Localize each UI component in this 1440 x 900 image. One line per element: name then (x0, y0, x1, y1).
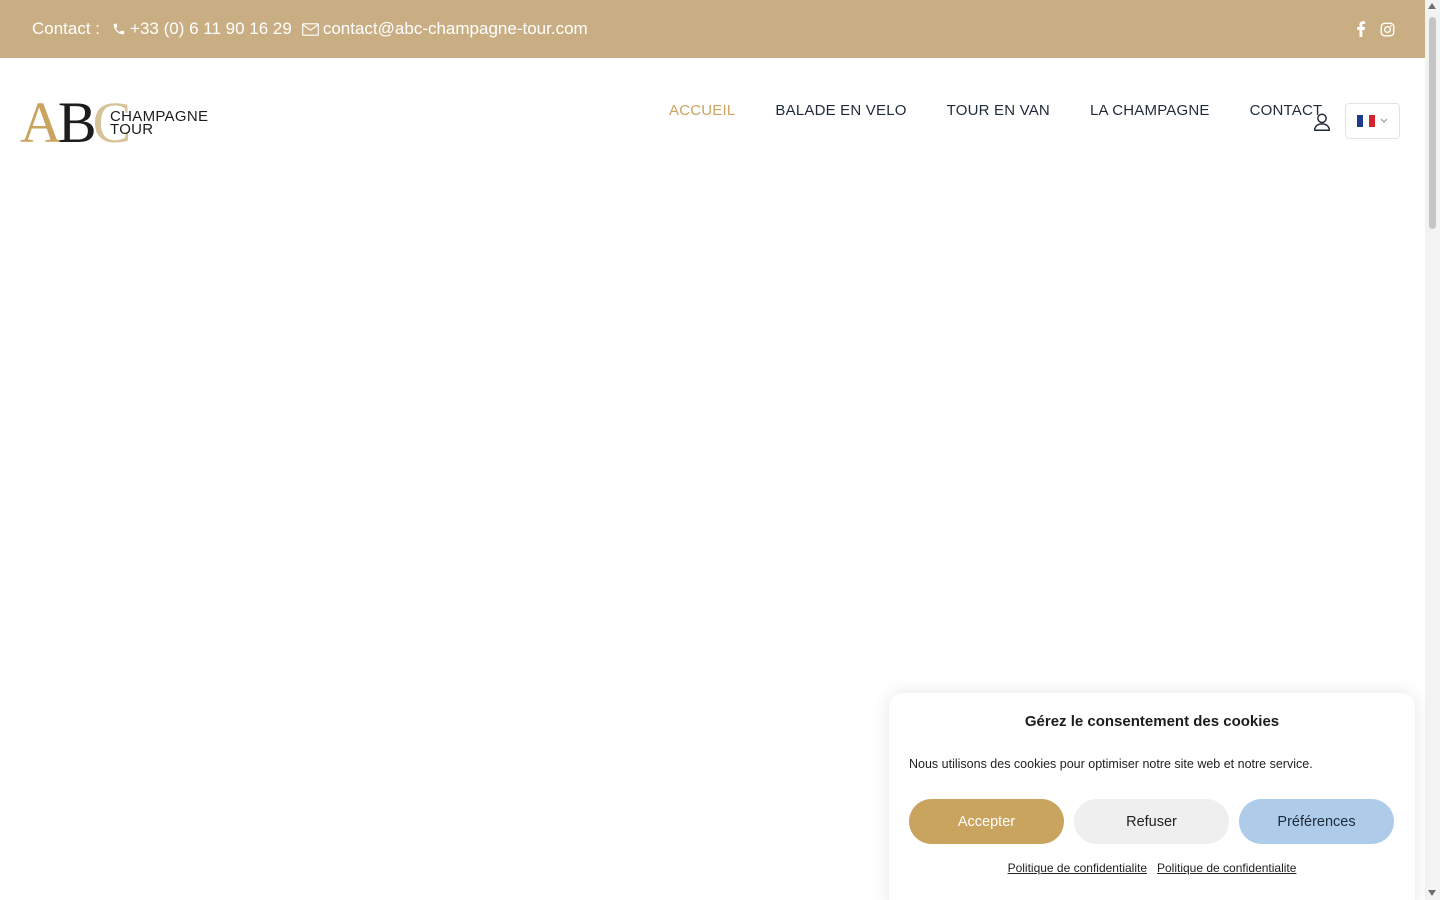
logo-letter-a: A (20, 90, 62, 155)
site-logo[interactable]: ABC CHAMPAGNE TOUR (20, 94, 220, 152)
privacy-policy-link[interactable]: Politique de confidentialite (1008, 861, 1147, 875)
top-contact-bar: Contact : +33 (0) 6 11 90 16 29 contact@… (0, 0, 1425, 58)
user-icon (1313, 113, 1331, 131)
email-link[interactable]: contact@abc-champagne-tour.com (301, 19, 588, 39)
nav-item-accueil[interactable]: ACCUEIL (669, 102, 735, 119)
fr-flag-icon (1357, 115, 1375, 127)
cookie-preferences-button[interactable]: Préférences (1239, 799, 1394, 844)
scroll-up-arrow[interactable] (1428, 3, 1436, 9)
phone-number: +33 (0) 6 11 90 16 29 (130, 19, 292, 38)
accept-cookies-button[interactable]: Accepter (909, 799, 1064, 844)
cookie-links: Politique de confidentialite Politique d… (889, 861, 1415, 875)
site-header: ABC CHAMPAGNE TOUR ACCUEIL BALADE EN VEL… (0, 58, 1425, 188)
scroll-thumb[interactable] (1429, 17, 1436, 229)
logo-letter-b: B (57, 90, 97, 155)
phone-link[interactable]: +33 (0) 6 11 90 16 29 (112, 19, 292, 39)
social-links (1356, 0, 1395, 58)
facebook-icon[interactable] (1356, 21, 1366, 37)
logo-text: CHAMPAGNE TOUR (110, 109, 208, 137)
scroll-down-arrow[interactable] (1428, 890, 1436, 896)
page-scrollbar[interactable] (1425, 0, 1440, 900)
contact-label: Contact : (32, 19, 101, 38)
cookie-title: Gérez le consentement des cookies (1024, 713, 1280, 730)
privacy-policy-link-2[interactable]: Politique de confidentialite (1157, 861, 1296, 875)
chevron-down-icon (1380, 118, 1388, 123)
cookie-message: Nous utilisons des cookies pour optimise… (909, 757, 1313, 771)
refuse-cookies-button[interactable]: Refuser (1074, 799, 1229, 844)
cookie-buttons: Accepter Refuser Préférences (909, 799, 1394, 844)
nav-item-balade-en-velo[interactable]: BALADE EN VELO (775, 102, 906, 119)
main-nav: ACCUEIL BALADE EN VELO TOUR EN VAN LA CH… (669, 102, 1322, 119)
phone-icon (113, 23, 125, 35)
instagram-icon[interactable] (1380, 22, 1395, 37)
email-address: contact@abc-champagne-tour.com (322, 19, 588, 38)
nav-item-tour-en-van[interactable]: TOUR EN VAN (947, 102, 1050, 119)
account-button[interactable] (1311, 111, 1333, 133)
language-switcher[interactable] (1345, 103, 1400, 139)
envelope-icon (301, 22, 319, 36)
cookie-consent-banner: Gérez le consentement des cookies Nous u… (889, 693, 1415, 900)
nav-item-la-champagne[interactable]: LA CHAMPAGNE (1090, 102, 1210, 119)
